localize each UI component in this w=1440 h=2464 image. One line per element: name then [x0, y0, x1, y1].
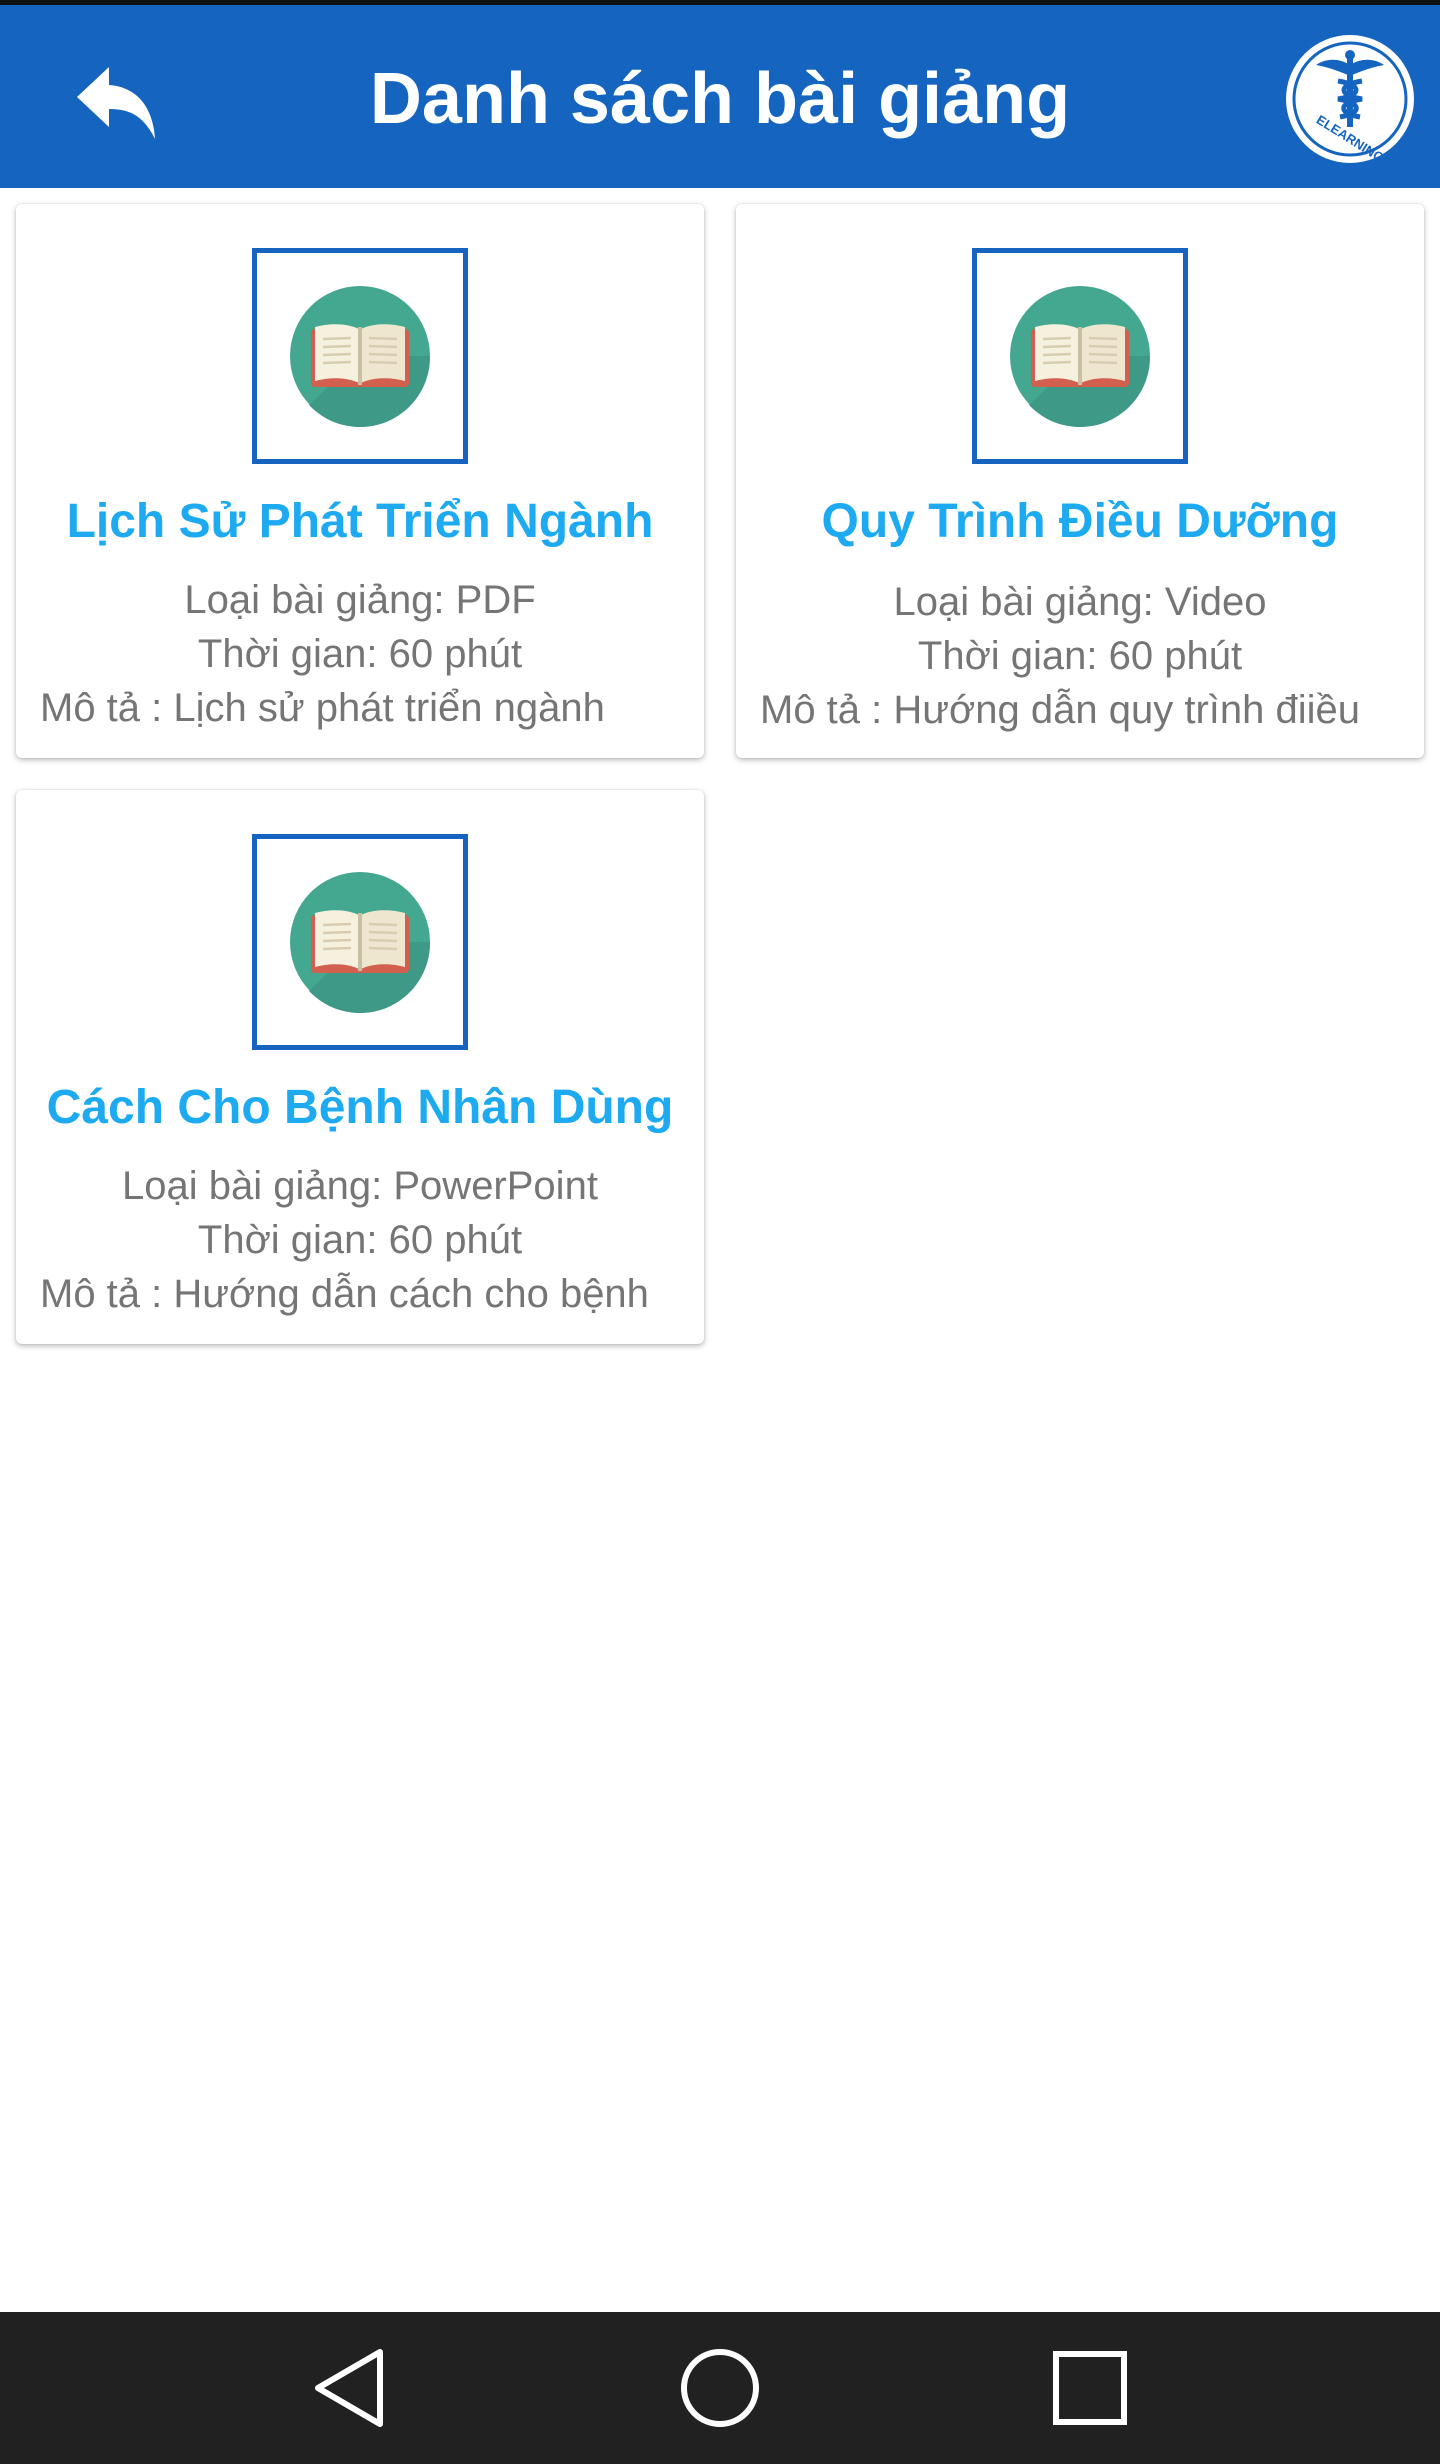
nav-back-button[interactable] [300, 2338, 400, 2438]
square-recents-icon [1053, 2351, 1127, 2425]
app-root: Danh sách bài giảng ELEARNING Lịch Sử Ph… [0, 0, 1440, 2464]
lesson-thumbnail [252, 834, 468, 1050]
lesson-description: Mô tả : Hướng dẫn cách cho bệnh [40, 1272, 649, 1316]
lesson-title: Quy Trình Điều Dưỡng [821, 495, 1339, 548]
lesson-card[interactable]: Cách Cho Bệnh Nhân Dùng Loại bài giảng: … [16, 790, 704, 1344]
lesson-title: Cách Cho Bệnh Nhân Dùng [46, 1081, 674, 1134]
app-bar: Danh sách bài giảng ELEARNING [0, 0, 1440, 188]
open-book-icon [290, 286, 431, 427]
triangle-back-icon [315, 2349, 383, 2427]
lesson-type: Loại bài giảng: Video [893, 580, 1267, 624]
lesson-thumbnail [252, 248, 468, 464]
lesson-thumbnail [972, 248, 1188, 464]
lesson-duration: Thời gian: 60 phút [197, 1218, 523, 1262]
lesson-type: Loại bài giảng: PowerPoint [122, 1164, 598, 1208]
lesson-duration: Thời gian: 60 phút [197, 632, 523, 676]
lesson-description: Mô tả : Lịch sử phát triển ngành [40, 686, 605, 730]
nav-recents-button[interactable] [1040, 2338, 1140, 2438]
reply-arrow-icon [77, 67, 155, 139]
back-button[interactable] [66, 53, 166, 153]
nav-home-button[interactable] [670, 2338, 770, 2438]
circle-home-icon [681, 2349, 759, 2427]
lesson-card[interactable]: Quy Trình Điều Dưỡng Loại bài giảng: Vid… [736, 204, 1424, 758]
lesson-description: Mô tả : Hướng dẫn quy trình điiều [760, 688, 1360, 732]
open-book-icon [290, 872, 431, 1013]
open-book-icon [1010, 286, 1151, 427]
system-nav-bar [0, 2312, 1440, 2464]
caduceus-logo-icon[interactable]: ELEARNING [1286, 35, 1414, 163]
lesson-duration: Thời gian: 60 phút [917, 634, 1243, 678]
page-title: Danh sách bài giảng [369, 59, 1071, 139]
lesson-title: Lịch Sử Phát Triển Ngành [66, 495, 654, 548]
lesson-card[interactable]: Lịch Sử Phát Triển Ngành Loại bài giảng:… [16, 204, 704, 758]
lesson-type: Loại bài giảng: PDF [184, 578, 536, 622]
